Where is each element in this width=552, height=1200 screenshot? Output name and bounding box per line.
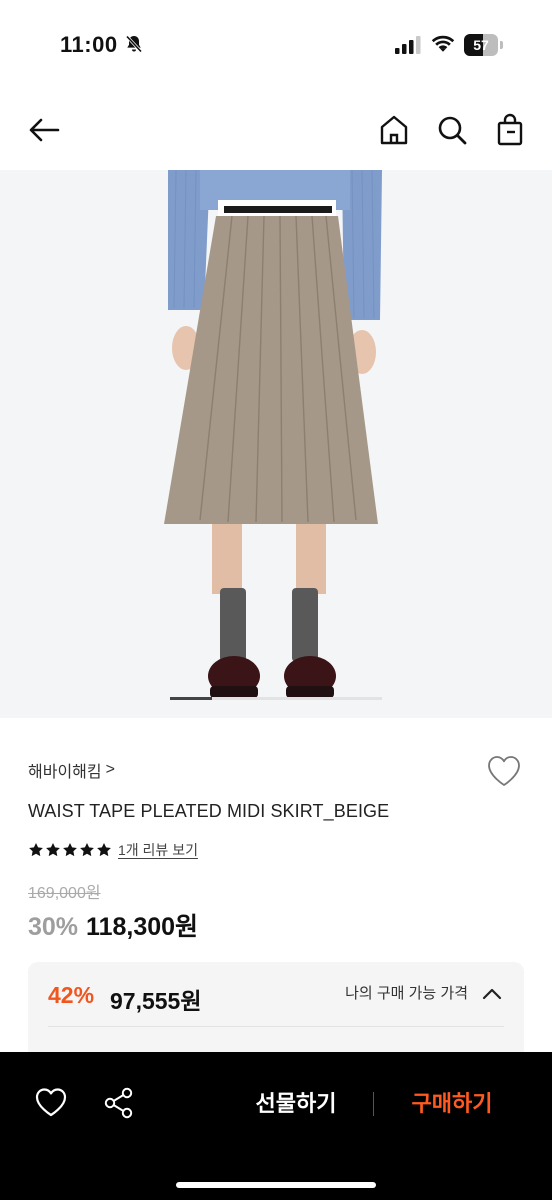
rating-row: 1개 리뷰 보기	[28, 840, 198, 860]
share-icon[interactable]	[102, 1086, 136, 1120]
review-link[interactable]: 1개 리뷰 보기	[118, 840, 198, 860]
buy-button[interactable]: 구매하기	[392, 1086, 512, 1122]
star-icon	[97, 843, 111, 857]
search-icon[interactable]	[434, 112, 470, 148]
heart-icon[interactable]	[34, 1086, 68, 1120]
bottom-action-bar: 선물하기 구매하기	[0, 1052, 552, 1200]
star-icon	[46, 843, 60, 857]
gallery-indicator-current	[170, 697, 213, 700]
arrow-left-icon[interactable]	[26, 112, 62, 148]
star-rating	[28, 842, 112, 858]
member-price-toggle[interactable]: 나의 구매 가능 가격	[345, 982, 502, 1003]
discount-rate: 30%	[28, 913, 79, 941]
cellular-signal-icon	[395, 36, 421, 54]
gallery-indicator	[170, 697, 382, 700]
divider	[48, 1026, 504, 1027]
brand-name: 해바이해킴	[28, 764, 102, 781]
heart-icon[interactable]	[486, 754, 522, 788]
home-indicator	[176, 1182, 376, 1188]
divider	[373, 1092, 374, 1116]
battery-level-text: 57	[473, 37, 489, 53]
gift-button[interactable]: 선물하기	[236, 1086, 356, 1122]
member-price-toggle-label: 나의 구매 가능 가격	[345, 985, 468, 1002]
chevron-up-icon	[482, 988, 502, 999]
product-name: WAIST TAPE PLEATED MIDI SKIRT_BEIGE	[28, 801, 390, 821]
sale-price: 118,300원	[86, 913, 199, 941]
chevron-right-icon: >	[105, 761, 115, 778]
app-header	[0, 92, 552, 170]
status-time: 11:00	[60, 32, 118, 57]
bell-off-icon	[124, 34, 144, 54]
wifi-icon	[431, 35, 455, 53]
star-icon	[63, 843, 77, 857]
price-row: 30% 118,300원	[28, 907, 198, 943]
shopping-bag-icon[interactable]	[492, 112, 528, 148]
member-price: 97,555원	[110, 988, 202, 1014]
original-price: 169,000원	[28, 885, 101, 902]
battery-icon: 57	[464, 34, 504, 56]
star-icon	[80, 843, 94, 857]
product-image[interactable]	[0, 170, 552, 718]
brand-link[interactable]: 해바이해킴 >	[28, 758, 115, 782]
member-discount-rate: 42%	[48, 982, 95, 1008]
status-bar: 11:00 57	[0, 0, 552, 92]
home-icon[interactable]	[376, 112, 412, 148]
star-icon	[29, 843, 43, 857]
